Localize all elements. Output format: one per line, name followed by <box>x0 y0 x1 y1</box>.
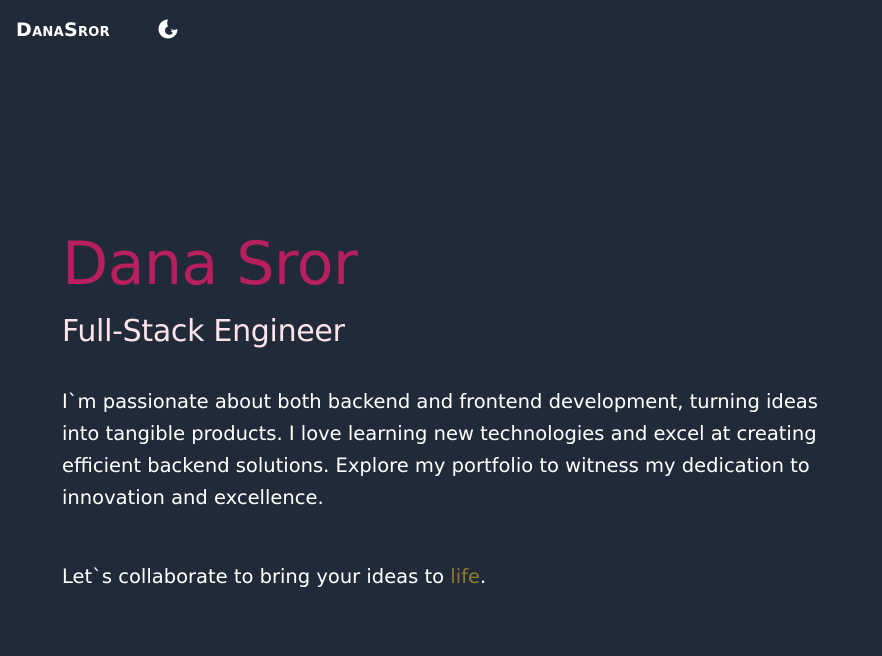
hero-bio: I`m passionate about both backend and fr… <box>62 390 818 509</box>
hero-cta: Let`s collaborate to bring your ideas to… <box>62 561 852 593</box>
hero-name: Dana Sror <box>62 229 358 299</box>
moon-stars-icon <box>158 19 178 39</box>
cta-prefix: Let`s collaborate to bring your ideas to <box>62 565 451 588</box>
top-bar: DanaSror <box>0 0 882 60</box>
theme-toggle-button[interactable] <box>156 17 180 41</box>
hero-role: Full-Stack Engineer <box>62 314 345 349</box>
site-logo[interactable]: DanaSror <box>16 17 110 43</box>
cta-highlight: life <box>450 565 480 588</box>
cta-suffix: . <box>479 565 487 588</box>
hero-section: Dana Sror Full-Stack Engineer I`m passio… <box>62 226 852 593</box>
